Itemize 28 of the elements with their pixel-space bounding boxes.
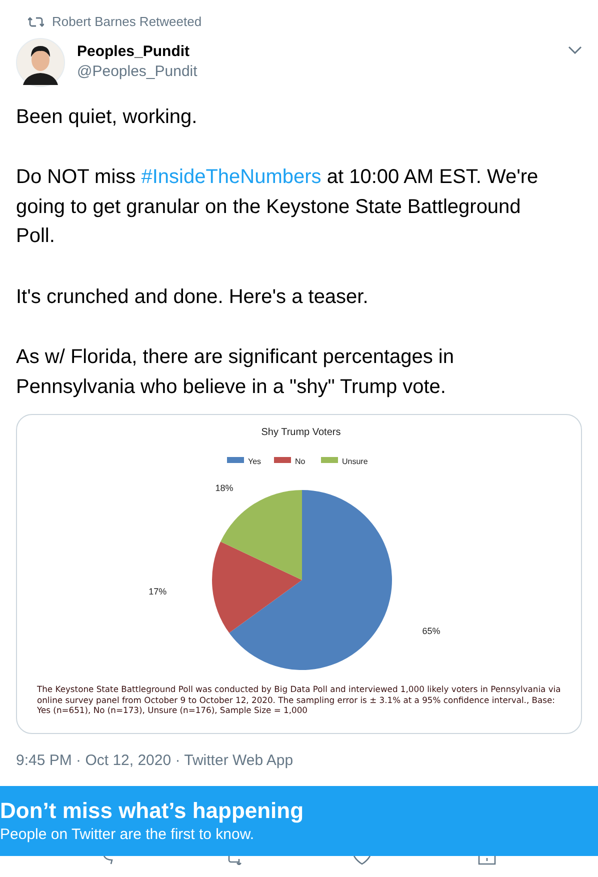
legend-label: No (295, 457, 306, 466)
legend-label: Unsure (342, 457, 368, 466)
value-label: 65% (422, 626, 440, 636)
value-label: 17% (148, 586, 167, 596)
tweet-text: As w/ Florida, there are significant percentages in Pennsylvania who believe in a "shy" Trump vote. (16, 345, 455, 400)
chart-caption: The Keystone State Battleground Poll was conducted by Big Data Poll and interviewed 1,000 likely voters in Pennsylvania via online survey panel from October 9 to October 12, 2020. The sampling error is ± 3.1% at a 95% confidence interval., Base: Yes (n=651), No (n=173), Unsure (n=176), Sample Size = 1,000 (36, 684, 562, 716)
legend-swatch (274, 457, 291, 463)
caret-icon[interactable] (568, 46, 582, 54)
tweet-text: Been quiet, working. (16, 104, 198, 130)
tweet-text: It's crunched and done. Here's a teaser. (16, 284, 370, 310)
banner-title: Don’t miss what’s happening (0, 797, 305, 825)
chart-title: Shy Trump Voters (261, 427, 341, 438)
retweet-note: Robert Barnes Retweeted (52, 13, 202, 31)
legend-swatch (227, 457, 244, 463)
author-handle[interactable]: @Peoples_Pundit (77, 62, 198, 82)
chart-card[interactable] (16, 414, 582, 734)
value-label: 18% (215, 483, 234, 494)
like-icon[interactable] (352, 856, 371, 865)
hashtag-link[interactable]: #InsideTheNumbers (141, 166, 322, 188)
legend-label: Yes (248, 457, 262, 466)
tweet-text: Do NOT miss #InsideTheNumbers at 10:00 AM EST. We're going to get granular on the Keystone State Battleground Poll. (16, 165, 540, 249)
tweet-timestamp[interactable]: 9:45 PM · Oct 12, 2020 · Twitter Web App (16, 750, 582, 772)
retweet-icon (28, 16, 44, 28)
legend-swatch (321, 457, 338, 463)
author-name[interactable]: Peoples_Pundit (77, 42, 198, 62)
share-icon[interactable] (478, 856, 496, 865)
avatar[interactable] (16, 38, 65, 86)
banner-subtitle: People on Twitter are the first to know. (0, 825, 256, 845)
